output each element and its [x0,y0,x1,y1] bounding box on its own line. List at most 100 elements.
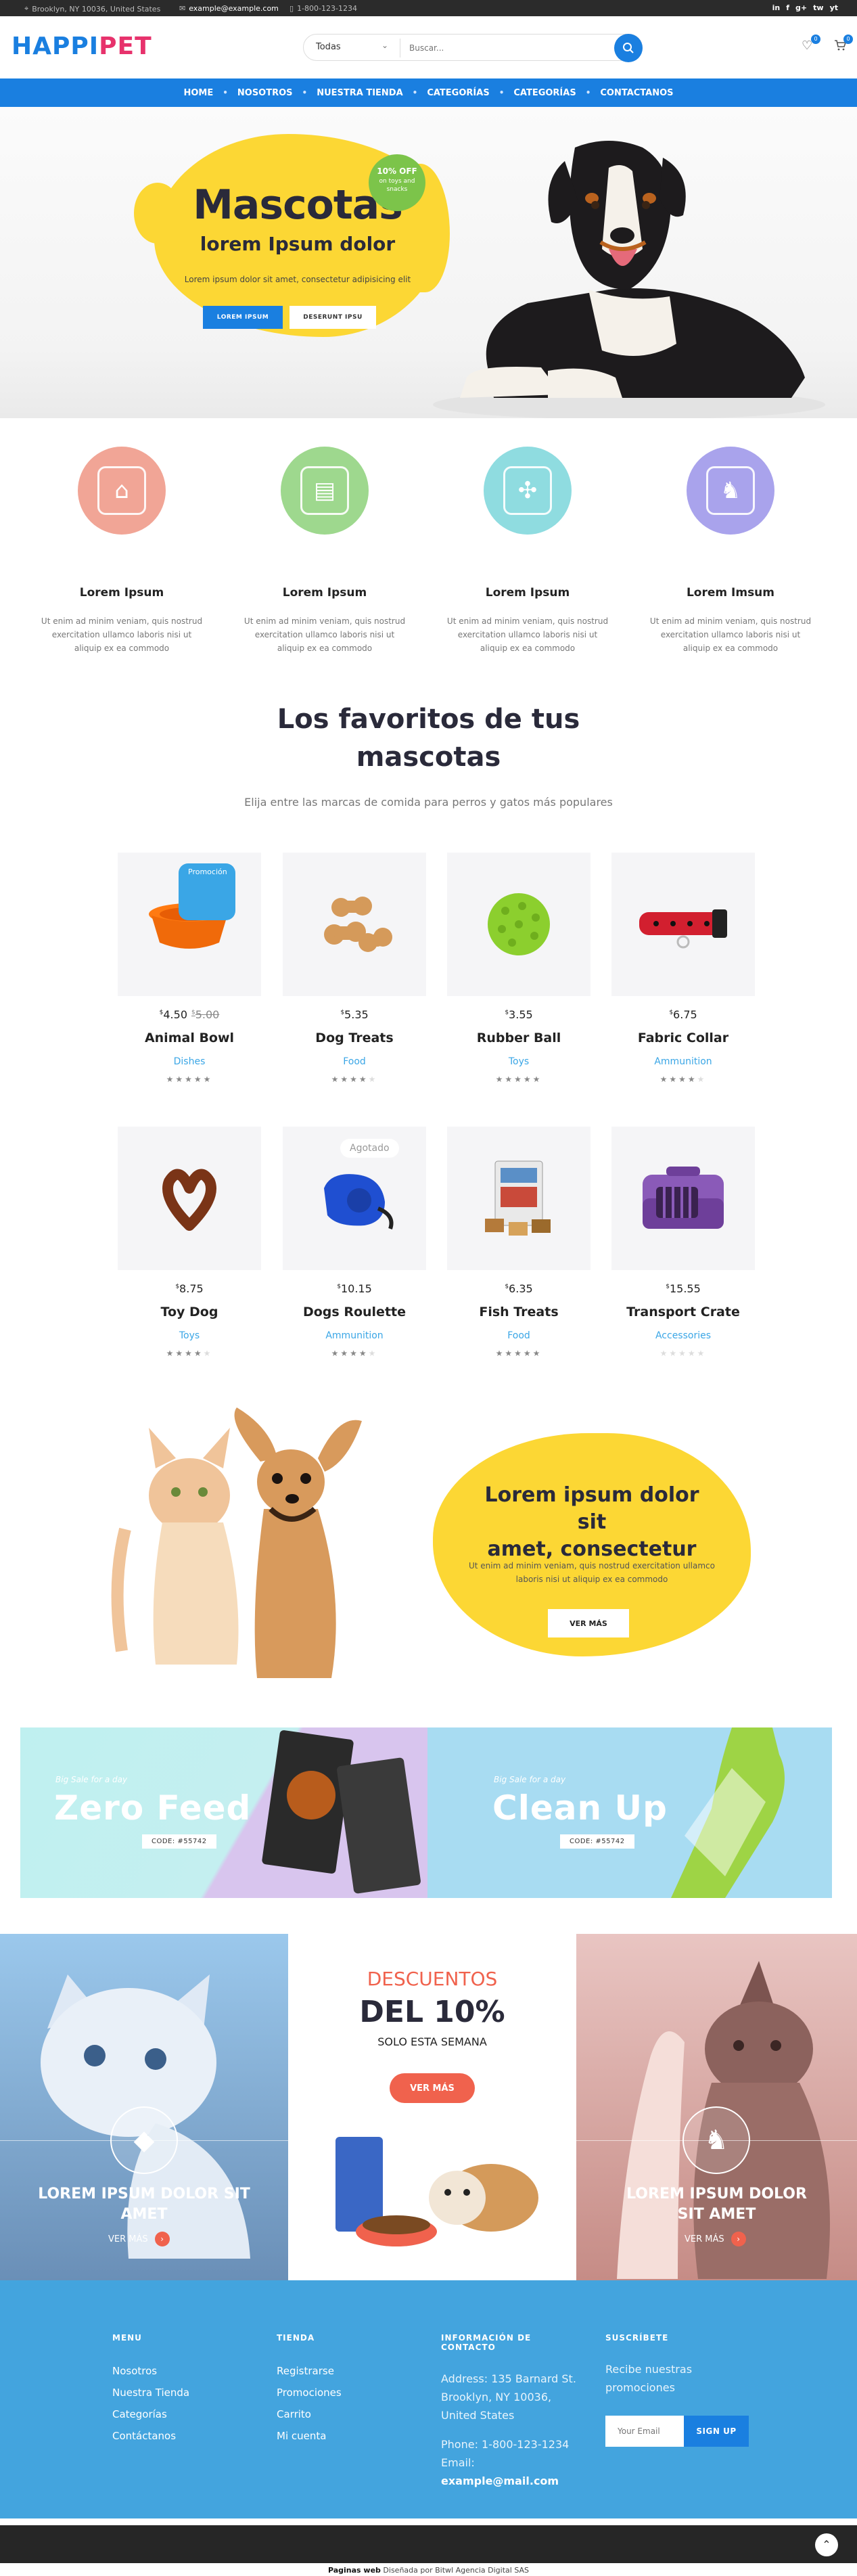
product-category[interactable]: Food [283,1056,426,1067]
footer-link[interactable]: Categorías [112,2403,189,2425]
product-category[interactable]: Ammunition [283,1330,426,1341]
promo-card-dog[interactable]: ♞ LOREM IPSUM DOLOR SIT AMET VER MÁS › [576,1934,857,2280]
price-value: 8.75 [179,1282,204,1295]
cart-button[interactable]: 0 [834,35,853,53]
more-label: VER MÁS [685,2234,724,2244]
google-plus-icon[interactable]: g+ [795,3,807,12]
footer-link[interactable]: Carrito [277,2403,342,2425]
pets-more-button[interactable]: VER MÁS [548,1609,629,1637]
product-category[interactable]: Accessories [611,1330,755,1341]
product-card[interactable]: Agotado $10.15 Dogs Roulette Ammunition … [283,1127,426,1358]
product-category[interactable]: Food [447,1330,590,1341]
credit-bold[interactable]: Paginas web [328,2566,381,2575]
price-value: 10.15 [340,1282,372,1295]
product-image[interactable] [283,853,426,996]
footer-link[interactable]: Nuestra Tienda [112,2382,189,2403]
chevron-down-icon[interactable]: ⌄ [381,41,388,50]
nav-nosotros[interactable]: NOSOTROS [228,88,302,98]
nav-contactanos[interactable]: CONTACTANOS [590,88,682,98]
product-card[interactable]: $6.75 Fabric Collar Ammunition ★★★★★ [611,853,755,1084]
product-card[interactable]: $8.75 Toy Dog Toys ★★★★★ [118,1127,261,1358]
email-info[interactable]: ✉ example@example.com [179,4,279,13]
search-category-select[interactable]: Todas [316,42,341,52]
product-card[interactable]: $3.55 Rubber Ball Toys ★★★★★ [447,853,590,1084]
main-nav: HOME • NOSOTROS • NUESTRA TIENDA • CATEG… [0,78,857,107]
promo-banner-zero-feed[interactable]: Big Sale for a day Zero Feed CODE: #5574… [20,1727,427,1898]
footer-link[interactable]: Contáctanos [112,2425,189,2447]
footer-store: TIENDA Registrarse Promociones Carrito M… [277,2333,342,2447]
product-card[interactable]: Promoción $4.50 $5.00 Animal Bowl Dishes … [118,853,261,1084]
footer-menu-title: MENU [112,2333,142,2343]
product-price: $15.55 [666,1282,701,1295]
product-name[interactable]: Toy Dog [118,1305,261,1319]
feature-badge: ✣ [484,447,572,535]
search-button[interactable] [614,34,643,62]
promo-title-line2: AMET [120,2206,168,2223]
promo-banner-clean-up[interactable]: Big Sale for a day Clean Up CODE: #55742 [427,1727,832,1898]
search-input[interactable] [409,40,605,56]
newsletter-email-input[interactable] [605,2416,684,2447]
promo-card-more-link[interactable]: VER MÁS › [685,2232,746,2246]
discount-more-button[interactable]: VER MÁS [390,2073,475,2103]
hero-primary-button[interactable]: LOREM IPSUM [203,306,283,329]
youtube-icon[interactable]: yt [830,3,838,12]
product-image[interactable]: Agotado [283,1127,426,1270]
product-category[interactable]: Toys [447,1056,590,1067]
product-category[interactable]: Toys [118,1330,261,1341]
bulldog-food-illustration [335,2137,538,2246]
product-image[interactable]: Promoción [118,853,261,996]
nav-categorias-2[interactable]: CATEGORÍAS [504,88,585,98]
product-name[interactable]: Animal Bowl [118,1031,261,1045]
product-image[interactable] [611,1127,755,1270]
price-value: 15.55 [669,1282,701,1295]
footer-email-link[interactable]: example@mail.com [441,2475,559,2487]
signup-button[interactable]: SIGN UP [684,2416,749,2447]
phone-info[interactable]: ▯ 1-800-123-1234 [289,4,357,13]
feature-item: ▤ Lorem Ipsum Ut enim ad minim veniam, q… [223,447,426,655]
footer-contact-title: INFORMACIÓN DE CONTACTO [441,2333,532,2352]
product-image[interactable] [447,853,590,996]
phone-text[interactable]: 1-800-123-1234 [297,4,357,13]
product-card[interactable]: $6.35 Fish Treats Food ★★★★★ [447,1127,590,1358]
discount-line1: DESCUENTOS [367,1968,498,1990]
product-category[interactable]: Dishes [118,1056,261,1067]
nav-categorias[interactable]: CATEGORÍAS [417,88,499,98]
product-name[interactable]: Dogs Roulette [283,1305,426,1319]
feature-title: Lorem Ipsum [282,586,367,600]
footer-link[interactable]: Nosotros [112,2360,189,2382]
footer-link[interactable]: Promociones [277,2382,342,2403]
site-logo[interactable]: HAPPIPET [11,32,152,60]
promo-card-cat[interactable]: ◆ LOREM IPSUM DOLOR SIT AMET VER MÁS › [0,1934,288,2280]
nav-nuestra-tienda[interactable]: NUESTRA TIENDA [307,88,412,98]
footer-link[interactable]: Registrarse [277,2360,342,2382]
facebook-icon[interactable]: f [786,3,789,12]
linkedin-icon[interactable]: in [772,3,781,12]
product-card[interactable]: $5.35 Dog Treats Food ★★★★★ [283,853,426,1084]
footer-subscribe-text: Recibe nuestras promociones [605,2363,693,2394]
product-image[interactable] [447,1127,590,1270]
product-name[interactable]: Dog Treats [283,1031,426,1045]
product-name[interactable]: Fish Treats [447,1305,590,1319]
product-card[interactable]: $15.55 Transport Crate Accessories ★★★★★ [611,1127,755,1358]
social-links: in f g+ tw yt [772,3,838,12]
wishlist-button[interactable]: ♡ 0 [802,35,820,53]
footer-email-label: Email: [441,2456,475,2469]
footer-link[interactable]: Mi cuenta [277,2425,342,2447]
product-name[interactable]: Transport Crate [611,1305,755,1319]
nav-separator: • [499,88,505,97]
hero-secondary-button[interactable]: DESERUNT IPSU [289,306,376,329]
product-price: $6.35 [505,1282,533,1295]
product-name[interactable]: Fabric Collar [611,1031,755,1045]
promo-card-more-link[interactable]: VER MÁS › [108,2232,170,2246]
twitter-icon[interactable]: tw [813,3,823,12]
product-name[interactable]: Rubber Ball [447,1031,590,1045]
feature-title: Lorem Imsum [686,586,775,600]
footer-address: Address: 135 Barnard St. Brooklyn, NY 10… [441,2372,576,2422]
nav-home[interactable]: HOME [174,88,223,98]
product-image[interactable] [118,1127,261,1270]
scroll-to-top-button[interactable]: ⌃ [815,2533,838,2556]
product-category[interactable]: Ammunition [611,1056,755,1067]
product-image[interactable] [611,853,755,996]
wishlist-count: 0 [811,35,820,44]
email-text[interactable]: example@example.com [189,4,279,13]
